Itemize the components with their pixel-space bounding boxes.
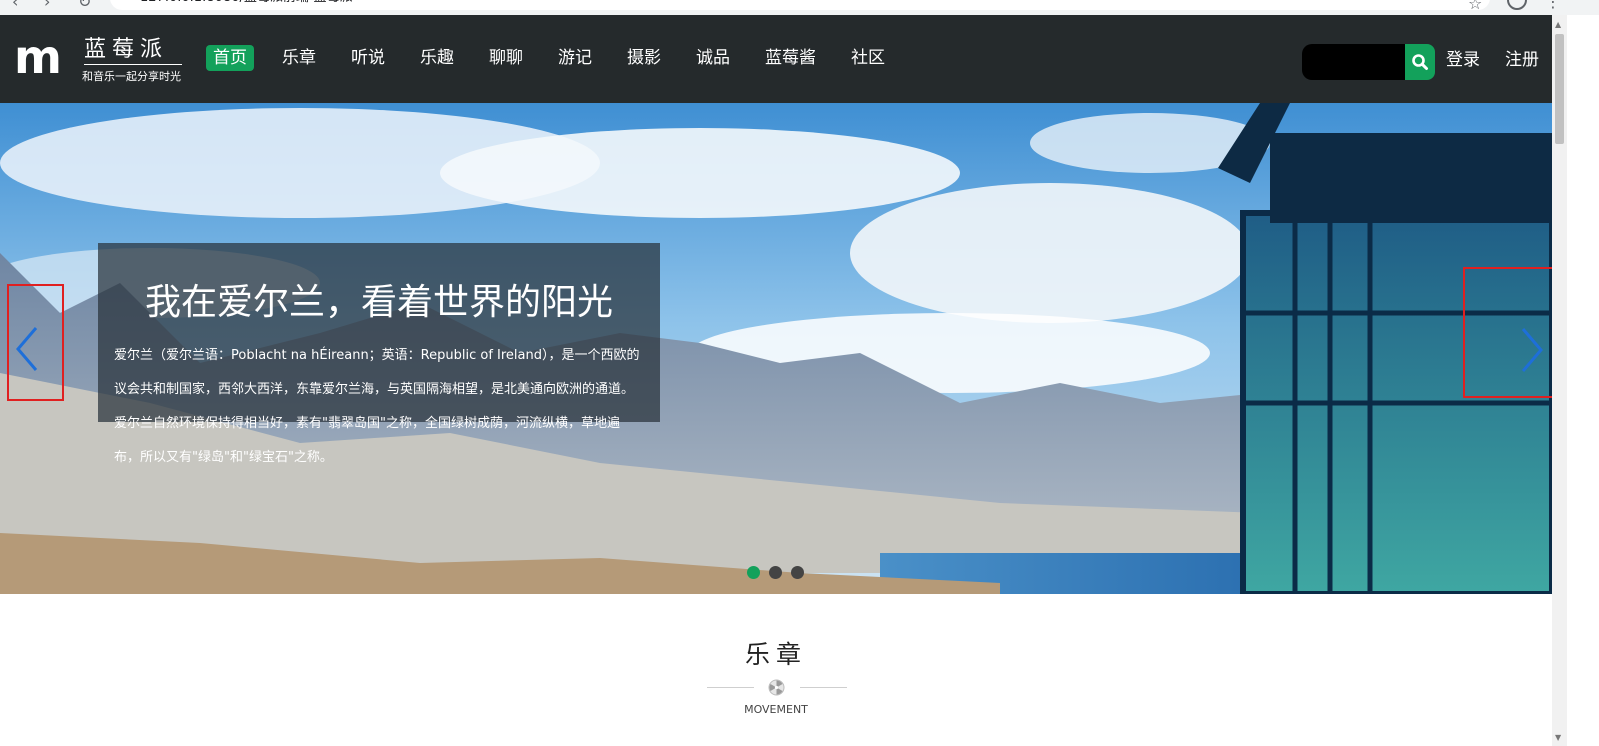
search-button[interactable] — [1405, 44, 1435, 80]
carousel-dot-1[interactable] — [747, 566, 760, 579]
logo-mark: m — [14, 30, 62, 84]
scroll-up-icon[interactable]: ▲ — [1555, 20, 1561, 29]
browser-toolbar: ‹ › ↻ 127.0.0.1:8080/蓝莓派前端-蓝莓派 ☆ ⋮ — [0, 0, 1599, 15]
back-arrow-icon[interactable]: ‹ — [12, 0, 18, 10]
nav-item-photo[interactable]: 摄影 — [620, 45, 668, 71]
nav-item-chat[interactable]: 聊聊 — [482, 45, 530, 71]
profile-icon[interactable] — [1507, 0, 1527, 10]
section-subtitle: MOVEMENT — [744, 703, 808, 716]
record-disc-icon — [768, 679, 785, 696]
nav-item-fun[interactable]: 乐趣 — [413, 45, 461, 71]
site-logo[interactable]: m 蓝莓派 和音乐一起分享时光 — [14, 30, 184, 87]
forward-arrow-icon[interactable]: › — [44, 0, 50, 10]
scrollbar-thumb[interactable] — [1555, 34, 1564, 144]
reload-icon[interactable]: ↻ — [78, 0, 91, 10]
site-header: m 蓝莓派 和音乐一起分享时光 首页 乐章 听说 乐趣 聊聊 游记 摄影 诚品 … — [0, 15, 1552, 103]
banner-carousel: 我在爱尔兰，看着世界的阳光 爱尔兰（爱尔兰语：Poblacht na hÉire… — [0, 103, 1552, 594]
main-nav: 首页 乐章 听说 乐趣 聊聊 游记 摄影 诚品 蓝莓酱 社区 — [206, 45, 913, 71]
scroll-down-icon[interactable]: ▼ — [1555, 733, 1561, 742]
browser-menu-icon[interactable]: ⋮ — [1545, 0, 1561, 11]
carousel-indicators — [747, 566, 804, 579]
logo-slogan: 和音乐一起分享时光 — [82, 70, 181, 83]
section-title: 乐章 — [744, 640, 807, 669]
nav-item-blueberry-jam[interactable]: 蓝莓酱 — [758, 45, 823, 71]
carousel-prev-button[interactable] — [7, 284, 64, 401]
nav-item-travel[interactable]: 游记 — [551, 45, 599, 71]
carousel-dot-2[interactable] — [769, 566, 782, 579]
nav-item-movement[interactable]: 乐章 — [275, 45, 323, 71]
address-bar[interactable]: 127.0.0.1:8080/蓝莓派前端-蓝莓派 — [110, 0, 1490, 10]
section-divider-right — [800, 687, 847, 688]
section-divider-left — [707, 687, 754, 688]
banner-title: 我在爱尔兰，看着世界的阳光 — [144, 282, 613, 323]
search-input[interactable] — [1302, 44, 1408, 80]
chevron-right-icon — [1521, 328, 1543, 372]
login-link[interactable]: 登录 — [1446, 48, 1480, 72]
carousel-next-button[interactable] — [1463, 267, 1552, 398]
register-link[interactable]: 注册 — [1505, 48, 1539, 72]
nav-item-home[interactable]: 首页 — [206, 45, 254, 71]
logo-divider — [84, 64, 182, 65]
bookmark-star-icon[interactable]: ☆ — [1468, 0, 1482, 13]
carousel-dot-3[interactable] — [791, 566, 804, 579]
nav-item-community[interactable]: 社区 — [844, 45, 892, 71]
logo-name: 蓝莓派 — [84, 37, 169, 62]
nav-item-eslite[interactable]: 诚品 — [689, 45, 737, 71]
chevron-left-icon — [16, 327, 38, 371]
search-icon — [1412, 54, 1428, 70]
nav-item-listen[interactable]: 听说 — [344, 45, 392, 71]
banner-description: 爱尔兰（爱尔兰语：Poblacht na hÉireann；英语：Republi… — [114, 348, 640, 465]
